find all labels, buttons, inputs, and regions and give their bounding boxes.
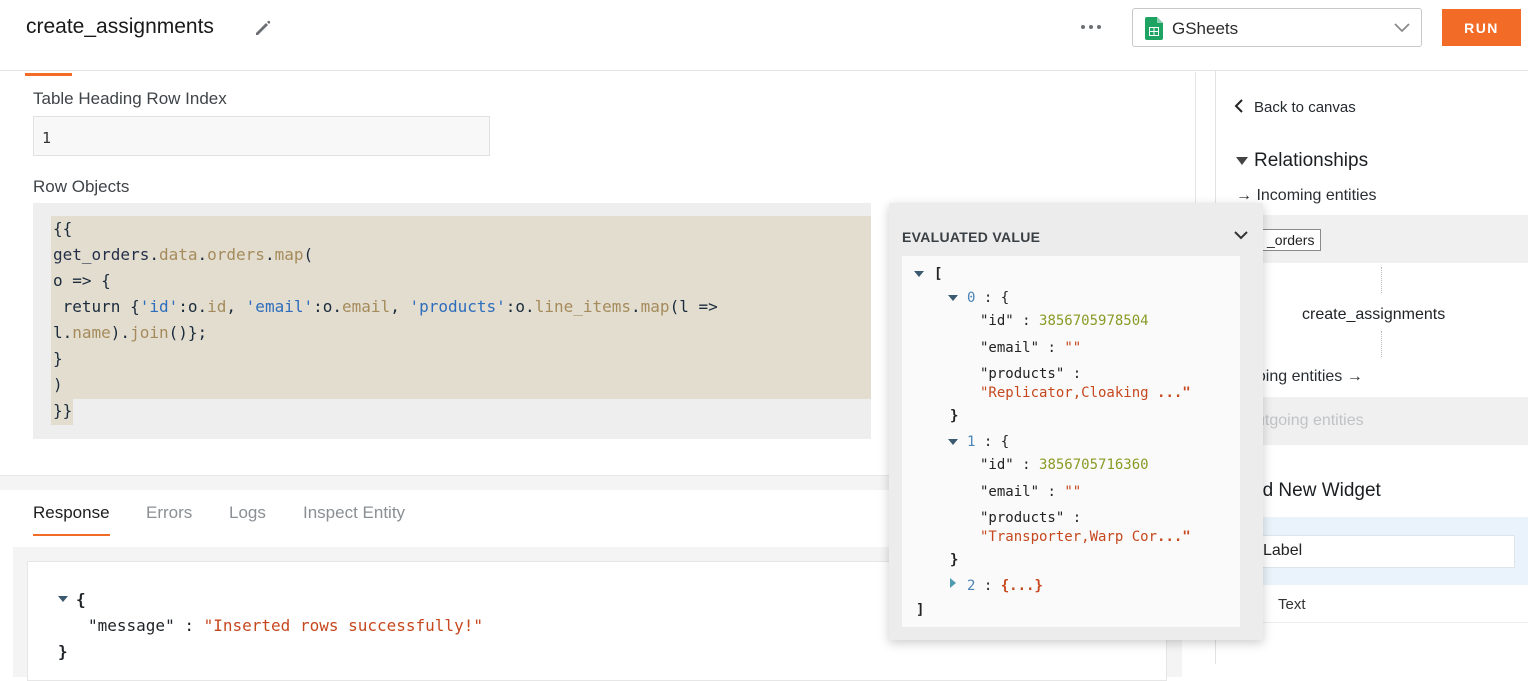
row-objects-editor[interactable]: {{ get_orders.data.orders.map( o => { re… xyxy=(33,203,871,439)
tab-errors[interactable]: Errors xyxy=(146,503,192,523)
code-line: return {'id':o.id, 'email':o.email, 'pro… xyxy=(53,297,718,316)
expand-toggle-icon[interactable] xyxy=(950,578,956,588)
json-bracket: ] xyxy=(916,602,925,618)
chevron-down-icon[interactable] xyxy=(1233,229,1249,241)
json-entry: "products" : xyxy=(980,510,1090,526)
entity-chip[interactable]: _orders xyxy=(1260,229,1322,251)
evaluated-json-viewer: [ 0 : { "id" : 3856705978504 "email" : "… xyxy=(902,256,1240,627)
run-button[interactable]: RUN xyxy=(1442,9,1521,46)
code-line: {{ xyxy=(53,219,73,238)
back-to-canvas-button[interactable]: Back to canvas xyxy=(1234,99,1356,116)
datasource-dropdown[interactable]: GSheets xyxy=(1132,8,1422,47)
collapse-toggle-icon[interactable] xyxy=(58,596,68,602)
tab-response[interactable]: Response xyxy=(33,503,110,523)
code-line: ) xyxy=(53,375,63,394)
code-line: get_orders.data.orders.map( xyxy=(53,245,314,264)
json-entry: "email" : "" xyxy=(980,340,1082,356)
json-brace: } xyxy=(58,642,68,661)
code-line: }} xyxy=(53,401,73,420)
pencil-icon[interactable] xyxy=(253,18,273,38)
code-line: o => { xyxy=(53,271,111,290)
json-entry: "id" : 3856705978504 xyxy=(980,313,1149,329)
code-line: } xyxy=(53,349,63,368)
tab-logs[interactable]: Logs xyxy=(229,503,266,523)
json-value: "Transporter,Warp Cor..." xyxy=(980,529,1191,545)
json-brace: } xyxy=(950,552,959,568)
caret-down-icon xyxy=(1236,157,1248,165)
google-sheets-icon xyxy=(1145,17,1163,40)
code-line: l.name).join()}; xyxy=(53,323,208,342)
connector-line xyxy=(1381,267,1382,293)
add-widget-header: dd New Widget xyxy=(1252,480,1381,501)
json-object-header: 1 : { xyxy=(967,434,1010,450)
back-label: Back to canvas xyxy=(1254,99,1356,116)
evaluated-value-title: EVALUATED VALUE xyxy=(902,229,1041,245)
datasource-label: GSheets xyxy=(1172,19,1239,38)
top-header: create_assignments GSheets RUN xyxy=(0,0,1528,71)
row-objects-label: Row Objects xyxy=(33,177,130,196)
json-brace: { xyxy=(76,590,86,609)
active-tab-indicator xyxy=(25,73,72,76)
json-entry: "products" : xyxy=(980,366,1090,382)
chevron-left-icon xyxy=(1234,99,1243,113)
collapse-toggle-icon[interactable] xyxy=(948,439,958,445)
json-brace: } xyxy=(950,408,959,424)
page-title: create_assignments xyxy=(26,15,214,38)
json-entry: "email" : "" xyxy=(980,484,1082,500)
json-value: "Replicator,Cloaking ..." xyxy=(980,385,1191,401)
relationships-title: Relationships xyxy=(1254,150,1369,171)
heading-row-input[interactable]: 1 xyxy=(33,116,490,156)
connector-line xyxy=(1381,331,1382,357)
collapse-toggle-icon[interactable] xyxy=(914,271,924,277)
evaluated-value-popup: EVALUATED VALUE [ 0 : { "id" : 385670597… xyxy=(889,203,1263,640)
chevron-down-icon xyxy=(1394,23,1410,33)
json-entry: "id" : 3856705716360 xyxy=(980,457,1149,473)
heading-row-label: Table Heading Row Index xyxy=(33,89,227,108)
json-object-header: 0 : { xyxy=(967,290,1010,306)
outgoing-entities-label: going entities → xyxy=(1248,368,1363,385)
collapse-toggle-icon[interactable] xyxy=(948,295,958,301)
widget-search-input[interactable]: Label xyxy=(1256,535,1515,568)
current-entity: create_assignments xyxy=(1302,306,1446,323)
more-options-icon[interactable] xyxy=(1078,17,1104,37)
relationships-header[interactable]: Relationships xyxy=(1236,150,1368,172)
json-object-collapsed[interactable]: 2 : {...} xyxy=(967,578,1043,594)
tab-inspect-entity[interactable]: Inspect Entity xyxy=(303,503,405,523)
widget-option-label: Text xyxy=(1278,596,1306,613)
active-tab-indicator xyxy=(33,534,110,536)
no-outgoing-entities-text: utgoing entities xyxy=(1256,412,1364,429)
json-bracket: [ xyxy=(934,266,943,282)
json-entry: "message" : "Inserted rows successfully!… xyxy=(88,616,483,635)
